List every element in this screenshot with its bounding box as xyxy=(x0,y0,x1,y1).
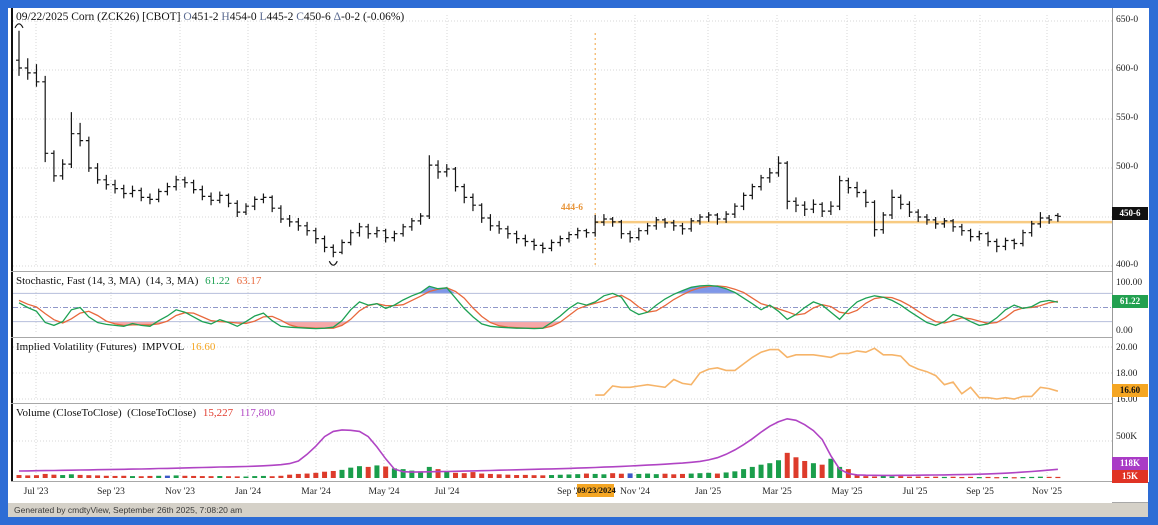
price-axis-label: 400-0 xyxy=(1116,260,1139,270)
stoch-axis-label: 0.00 xyxy=(1116,326,1133,336)
time-tick-label: Mar '24 xyxy=(301,487,331,497)
marker-date-badge: 09/23/2024 xyxy=(577,484,616,497)
volume-ma-badge: 118K xyxy=(1112,457,1148,470)
price-vertical-gridlines xyxy=(35,15,1048,267)
time-tick-label: Nov '25 xyxy=(1032,487,1062,497)
stochastic-params: (14, 3, MA) xyxy=(145,275,199,287)
change-label: Δ xyxy=(333,11,341,23)
reference-price-label: 444-6 xyxy=(560,203,583,213)
volume-value-badge: 15K xyxy=(1112,470,1148,483)
volume-ma-value: 117,800 xyxy=(239,407,276,419)
time-tick-label: Jan '24 xyxy=(234,487,262,497)
iv-line xyxy=(595,347,1059,400)
time-tick-label: Sep '25 xyxy=(966,487,994,497)
iv-panel-header[interactable]: Implied Volatility (Futures) IMPVOL 16.6… xyxy=(16,341,215,353)
iv-gridlines xyxy=(13,346,1112,400)
stochastic-k-value: 61.22 xyxy=(205,275,230,287)
high-label: H xyxy=(221,11,230,23)
close-label: C xyxy=(296,11,304,23)
time-tick-label: May '25 xyxy=(831,487,863,497)
time-tick-label: May '24 xyxy=(368,487,400,497)
price-gridlines xyxy=(13,20,1112,267)
time-tick-label: Mar '25 xyxy=(762,487,792,497)
chart-application-window: 09/22/2025 Corn (ZCK26) [CBOT] O451-2 H4… xyxy=(0,0,1158,525)
iv-value-badge: 16.60 xyxy=(1112,384,1148,397)
chart-title: 09/22/2025 Corn (ZCK26) [CBOT] O451-2 H4… xyxy=(16,11,404,23)
stochastic-panel-header[interactable]: Stochastic, Fast (14, 3, MA) (14, 3, MA)… xyxy=(16,275,261,287)
close-value: 450-6 xyxy=(303,11,331,23)
open-value: 451-2 xyxy=(191,11,219,23)
volume-study-name: Volume (CloseToClose) xyxy=(16,407,122,419)
volume-panel-header[interactable]: Volume (CloseToClose) (CloseToClose) 15,… xyxy=(16,407,275,419)
time-axis[interactable]: Jul '23 Sep '23 Nov '23 Jan '24 Mar '24 May '… xyxy=(8,482,1112,503)
iv-params: IMPVOL xyxy=(142,341,184,353)
stoch-threshold-lines xyxy=(13,292,1112,323)
price-axis-label: 500-0 xyxy=(1116,162,1139,172)
volume-axis-label: 500K xyxy=(1116,432,1138,442)
last-price-badge: 450-6 xyxy=(1112,207,1148,220)
oversold-fill xyxy=(19,321,1058,329)
low-value: 445-2 xyxy=(266,11,294,23)
panel-divider[interactable] xyxy=(11,403,1148,404)
volume-ma-line xyxy=(18,417,1058,477)
panel-divider[interactable] xyxy=(11,271,1148,272)
change-value: -0-2 xyxy=(341,11,361,23)
volume-value: 15,227 xyxy=(202,407,234,419)
stochastic-value-badge: 61.22 xyxy=(1112,295,1148,308)
time-tick-label: Jul '25 xyxy=(902,487,928,497)
iv-axis-label: 20.00 xyxy=(1116,343,1138,353)
time-tick-label: Nov '24 xyxy=(620,487,650,497)
time-tick-label: Sep '23 xyxy=(97,487,125,497)
stochastic-study-name: Stochastic, Fast (14, 3, MA) xyxy=(16,275,141,287)
time-tick-label: Jan '25 xyxy=(694,487,722,497)
time-tick-label: Nov '23 xyxy=(165,487,195,497)
price-chart-svg[interactable] xyxy=(13,9,1112,272)
data-gap-marks xyxy=(14,23,338,266)
price-axis-label: 650-0 xyxy=(1116,15,1139,25)
status-bar: Generated by cmdtyView, September 26th 2… xyxy=(8,503,1148,517)
iv-study-name: Implied Volatility (Futures) xyxy=(16,341,137,353)
time-tick-label: Jul '23 xyxy=(23,487,49,497)
iv-axis-label: 18.00 xyxy=(1116,369,1138,379)
price-axis-label: 550-0 xyxy=(1116,113,1139,123)
stoch-axis-label: 100.00 xyxy=(1116,278,1143,288)
volume-params: (CloseToClose) xyxy=(127,407,197,419)
iv-value: 16.60 xyxy=(190,341,216,353)
open-label: O xyxy=(183,11,192,23)
panel-divider[interactable] xyxy=(11,337,1148,338)
stochastic-d-value: 63.17 xyxy=(236,275,262,287)
quote-date: 09/22/2025 xyxy=(16,11,69,23)
right-price-axis[interactable] xyxy=(1112,8,1149,482)
symbol-name: Corn (ZCK26) [CBOT] xyxy=(71,11,181,23)
change-percent: (-0.06%) xyxy=(363,11,405,23)
generated-by-text: Generated by cmdtyView, September 26th 2… xyxy=(14,505,243,515)
price-axis-label: 600-0 xyxy=(1116,64,1139,74)
time-tick-label: Jul '24 xyxy=(434,487,460,497)
high-value: 454-0 xyxy=(229,11,257,23)
